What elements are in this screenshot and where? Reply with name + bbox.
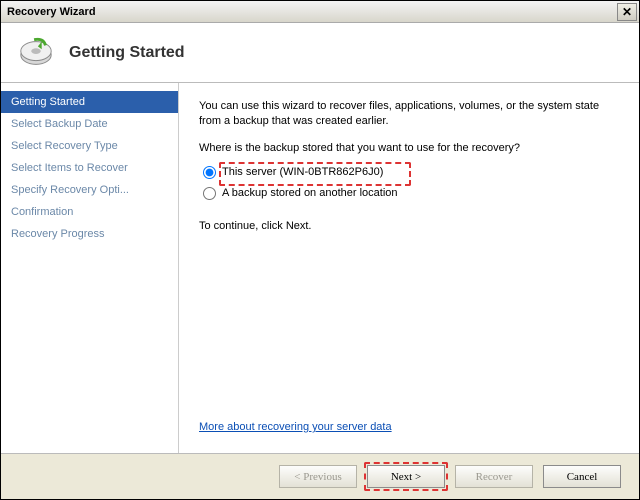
wizard-steps-sidebar: Getting Started Select Backup Date Selec… [1, 83, 179, 453]
step-recovery-progress[interactable]: Recovery Progress [1, 223, 178, 245]
option-this-server-row: This server (WIN-0BTR862P6J0) [203, 166, 619, 179]
step-select-items[interactable]: Select Items to Recover [1, 157, 178, 179]
wizard-content: You can use this wizard to recover files… [179, 83, 639, 453]
recovery-wizard-window: Recovery Wizard ✕ Getting Started Gettin… [0, 0, 640, 500]
continue-text: To continue, click Next. [199, 220, 619, 232]
option-this-server-label: This server (WIN-0BTR862P6J0) [222, 166, 383, 178]
radio-another-location[interactable] [203, 187, 216, 200]
step-specify-options[interactable]: Specify Recovery Opti... [1, 179, 178, 201]
option-another-location-row: A backup stored on another location [203, 187, 619, 200]
cancel-button[interactable]: Cancel [543, 465, 621, 488]
wizard-header: Getting Started [1, 23, 639, 83]
previous-button: < Previous [279, 465, 357, 488]
wizard-body: Getting Started Select Backup Date Selec… [1, 83, 639, 453]
titlebar: Recovery Wizard ✕ [1, 1, 639, 23]
radio-this-server[interactable] [203, 166, 216, 179]
step-select-recovery-type[interactable]: Select Recovery Type [1, 135, 178, 157]
step-confirmation[interactable]: Confirmation [1, 201, 178, 223]
next-button[interactable]: Next > [367, 465, 445, 488]
more-info-link[interactable]: More about recovering your server data [199, 421, 619, 433]
intro-text: You can use this wizard to recover files… [199, 99, 619, 130]
question-text: Where is the backup stored that you want… [199, 142, 619, 154]
step-select-backup-date[interactable]: Select Backup Date [1, 113, 178, 135]
recovery-icon [17, 34, 55, 72]
close-button[interactable]: ✕ [617, 3, 637, 21]
step-getting-started[interactable]: Getting Started [1, 91, 178, 113]
option-another-location-label: A backup stored on another location [222, 187, 398, 199]
recover-button: Recover [455, 465, 533, 488]
wizard-footer: < Previous Next > Recover Cancel [1, 453, 639, 499]
window-title: Recovery Wizard [7, 6, 617, 18]
page-title: Getting Started [69, 44, 185, 62]
